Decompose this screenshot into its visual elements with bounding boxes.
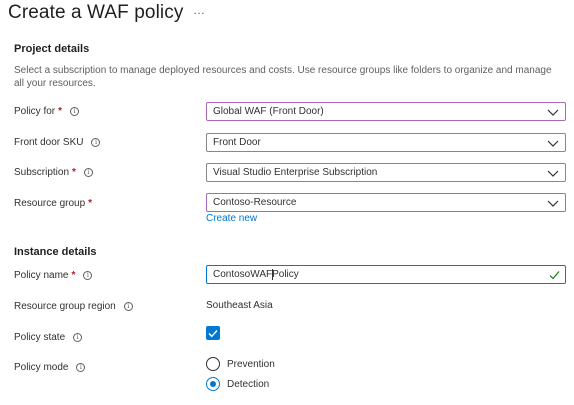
- info-icon[interactable]: i: [83, 168, 93, 177]
- front-door-sku-label: Front door SKU i: [14, 137, 101, 148]
- required-asterisk: *: [71, 270, 76, 281]
- resource-group-dropdown[interactable]: Contoso-Resource: [206, 193, 566, 212]
- chevron-down-icon: [547, 170, 559, 177]
- policy-mode-option-detection[interactable]: Detection: [206, 377, 269, 391]
- subscription-label: Subscription * i: [14, 167, 93, 178]
- required-asterisk: *: [88, 198, 93, 209]
- required-asterisk: *: [72, 167, 76, 178]
- checkmark-icon: [549, 271, 560, 280]
- radio-label: Detection: [227, 378, 270, 390]
- project-details-heading: Project details: [14, 43, 90, 55]
- radio-button[interactable]: [206, 377, 220, 391]
- info-icon[interactable]: i: [76, 363, 86, 372]
- instance-details-heading: Instance details: [14, 246, 97, 258]
- resource-group-region-label-text: Resource group region: [14, 301, 116, 312]
- resource-group-region-value: Southeast Asia: [206, 300, 273, 311]
- create-new-link[interactable]: Create new: [206, 213, 257, 224]
- resource-group-label-text: Resource group: [14, 198, 86, 209]
- checkmark-icon: [208, 329, 218, 337]
- info-icon[interactable]: i: [73, 333, 83, 342]
- policy-for-label-text: Policy for: [14, 106, 56, 117]
- policy-for-label: Policy for * i: [14, 106, 80, 117]
- subscription-dropdown[interactable]: Visual Studio Enterprise Subscription: [206, 163, 566, 182]
- policy-for-dropdown[interactable]: Global WAF (Front Door): [206, 102, 566, 121]
- radio-button[interactable]: [206, 357, 220, 371]
- policy-name-value-before-caret: ContosoWAF: [213, 269, 273, 280]
- chevron-down-icon: [547, 109, 559, 116]
- policy-mode-label: Policy mode i: [14, 362, 86, 373]
- policy-mode-option-prevention[interactable]: Prevention: [206, 357, 275, 371]
- front-door-sku-dropdown[interactable]: Front Door: [206, 133, 566, 152]
- subscription-label-text: Subscription: [14, 167, 70, 178]
- page-title: Create a WAF policy: [8, 2, 184, 23]
- page-header: Create a WAF policy: [8, 0, 183, 26]
- resource-group-value: Contoso-Resource: [213, 197, 297, 208]
- project-details-description: Select a subscription to manage deployed…: [14, 65, 552, 89]
- required-asterisk: *: [58, 106, 63, 117]
- radio-label: Prevention: [227, 358, 275, 370]
- chevron-down-icon: [547, 200, 559, 207]
- policy-for-value: Global WAF (Front Door): [213, 106, 324, 117]
- policy-state-checkbox[interactable]: [206, 326, 220, 340]
- policy-state-label-text: Policy state: [14, 332, 66, 343]
- chevron-down-icon: [547, 140, 559, 147]
- policy-state-label: Policy state i: [14, 332, 83, 343]
- front-door-sku-label-text: Front door SKU: [14, 137, 84, 148]
- resource-group-region-label: Resource group region i: [14, 301, 133, 312]
- resource-group-label: Resource group *: [14, 198, 92, 209]
- info-icon[interactable]: i: [91, 138, 101, 147]
- policy-mode-label-text: Policy mode: [14, 362, 69, 373]
- front-door-sku-value: Front Door: [213, 137, 261, 148]
- info-icon[interactable]: i: [83, 271, 93, 280]
- subscription-value: Visual Studio Enterprise Subscription: [213, 167, 378, 178]
- info-icon[interactable]: i: [70, 107, 80, 116]
- policy-name-label: Policy name * i: [14, 270, 93, 281]
- policy-name-value-after-caret: Policy: [272, 269, 299, 280]
- policy-name-input[interactable]: ContosoWAF Policy: [206, 265, 566, 284]
- info-icon[interactable]: i: [123, 302, 133, 311]
- policy-name-label-text: Policy name: [14, 270, 69, 281]
- more-options-icon[interactable]: …: [193, 3, 206, 17]
